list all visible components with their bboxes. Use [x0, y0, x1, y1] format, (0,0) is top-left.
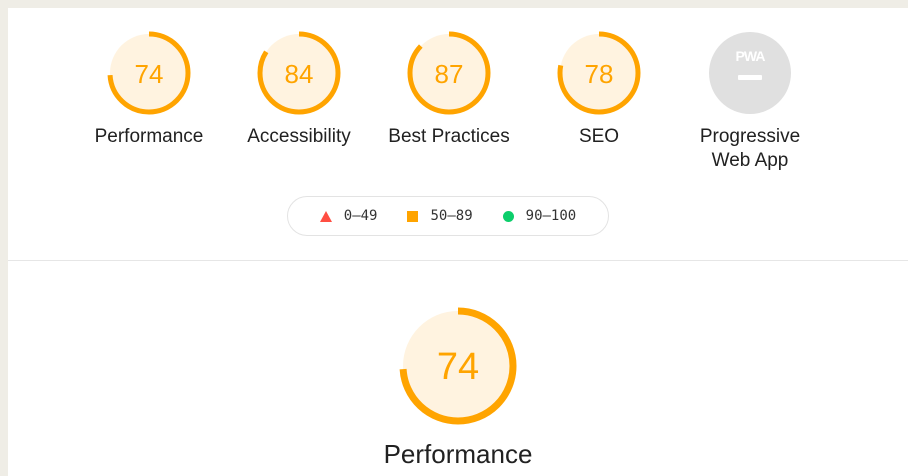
performance-score: 74: [135, 59, 164, 89]
seo-score-ring: 78: [557, 31, 641, 115]
triangle-icon: [319, 210, 332, 222]
accessibility-score-ring: 84: [257, 31, 341, 115]
category-scores: 74 Performance 84 Accessibility 87 Best …: [8, 8, 908, 188]
pwa-label: Progressive Web App: [699, 126, 801, 171]
performance-section-title: Performance: [383, 439, 533, 469]
score-scale-legend: 0–49 50–89 90–100: [287, 196, 609, 236]
pwa-gauge[interactable]: PWA Progressive Web App: [675, 31, 825, 173]
performance-score-ring: 74: [107, 31, 191, 115]
accessibility-label: Accessibility: [247, 126, 351, 147]
best-practices-label: Best Practices: [388, 126, 510, 147]
seo-score: 78: [585, 59, 614, 89]
square-icon: [407, 210, 419, 222]
legend-fail-range: 0–49: [343, 208, 378, 224]
performance-gauge[interactable]: 74 Performance: [74, 31, 224, 149]
performance-section-gauge: 74 Performance: [373, 306, 543, 469]
accessibility-score: 84: [285, 59, 314, 89]
legend-average-range: 50–89: [430, 208, 473, 224]
pwa-badge-icon: PWA: [709, 32, 791, 114]
best-practices-gauge[interactable]: 87 Best Practices: [374, 31, 524, 149]
legend-fail: 0–49: [319, 208, 378, 224]
pwa-badge-text: PWA: [736, 48, 766, 64]
seo-label: SEO: [578, 126, 620, 147]
circle-icon: [502, 210, 514, 222]
pwa-dash-icon: [738, 75, 762, 80]
seo-gauge[interactable]: 78 SEO: [524, 31, 674, 149]
section-divider: [8, 260, 908, 261]
best-practices-score-ring: 87: [407, 31, 491, 115]
report-panel: 74 Performance 84 Accessibility 87 Best …: [8, 8, 908, 476]
legend-pass: 90–100: [502, 208, 577, 224]
performance-label: Performance: [94, 126, 204, 147]
performance-main-score: 74: [437, 346, 479, 388]
accessibility-gauge[interactable]: 84 Accessibility: [224, 31, 374, 149]
legend-average: 50–89: [407, 208, 473, 224]
legend-pass-range: 90–100: [525, 208, 577, 224]
best-practices-score: 87: [435, 59, 464, 89]
performance-main-ring: 74: [399, 307, 517, 425]
